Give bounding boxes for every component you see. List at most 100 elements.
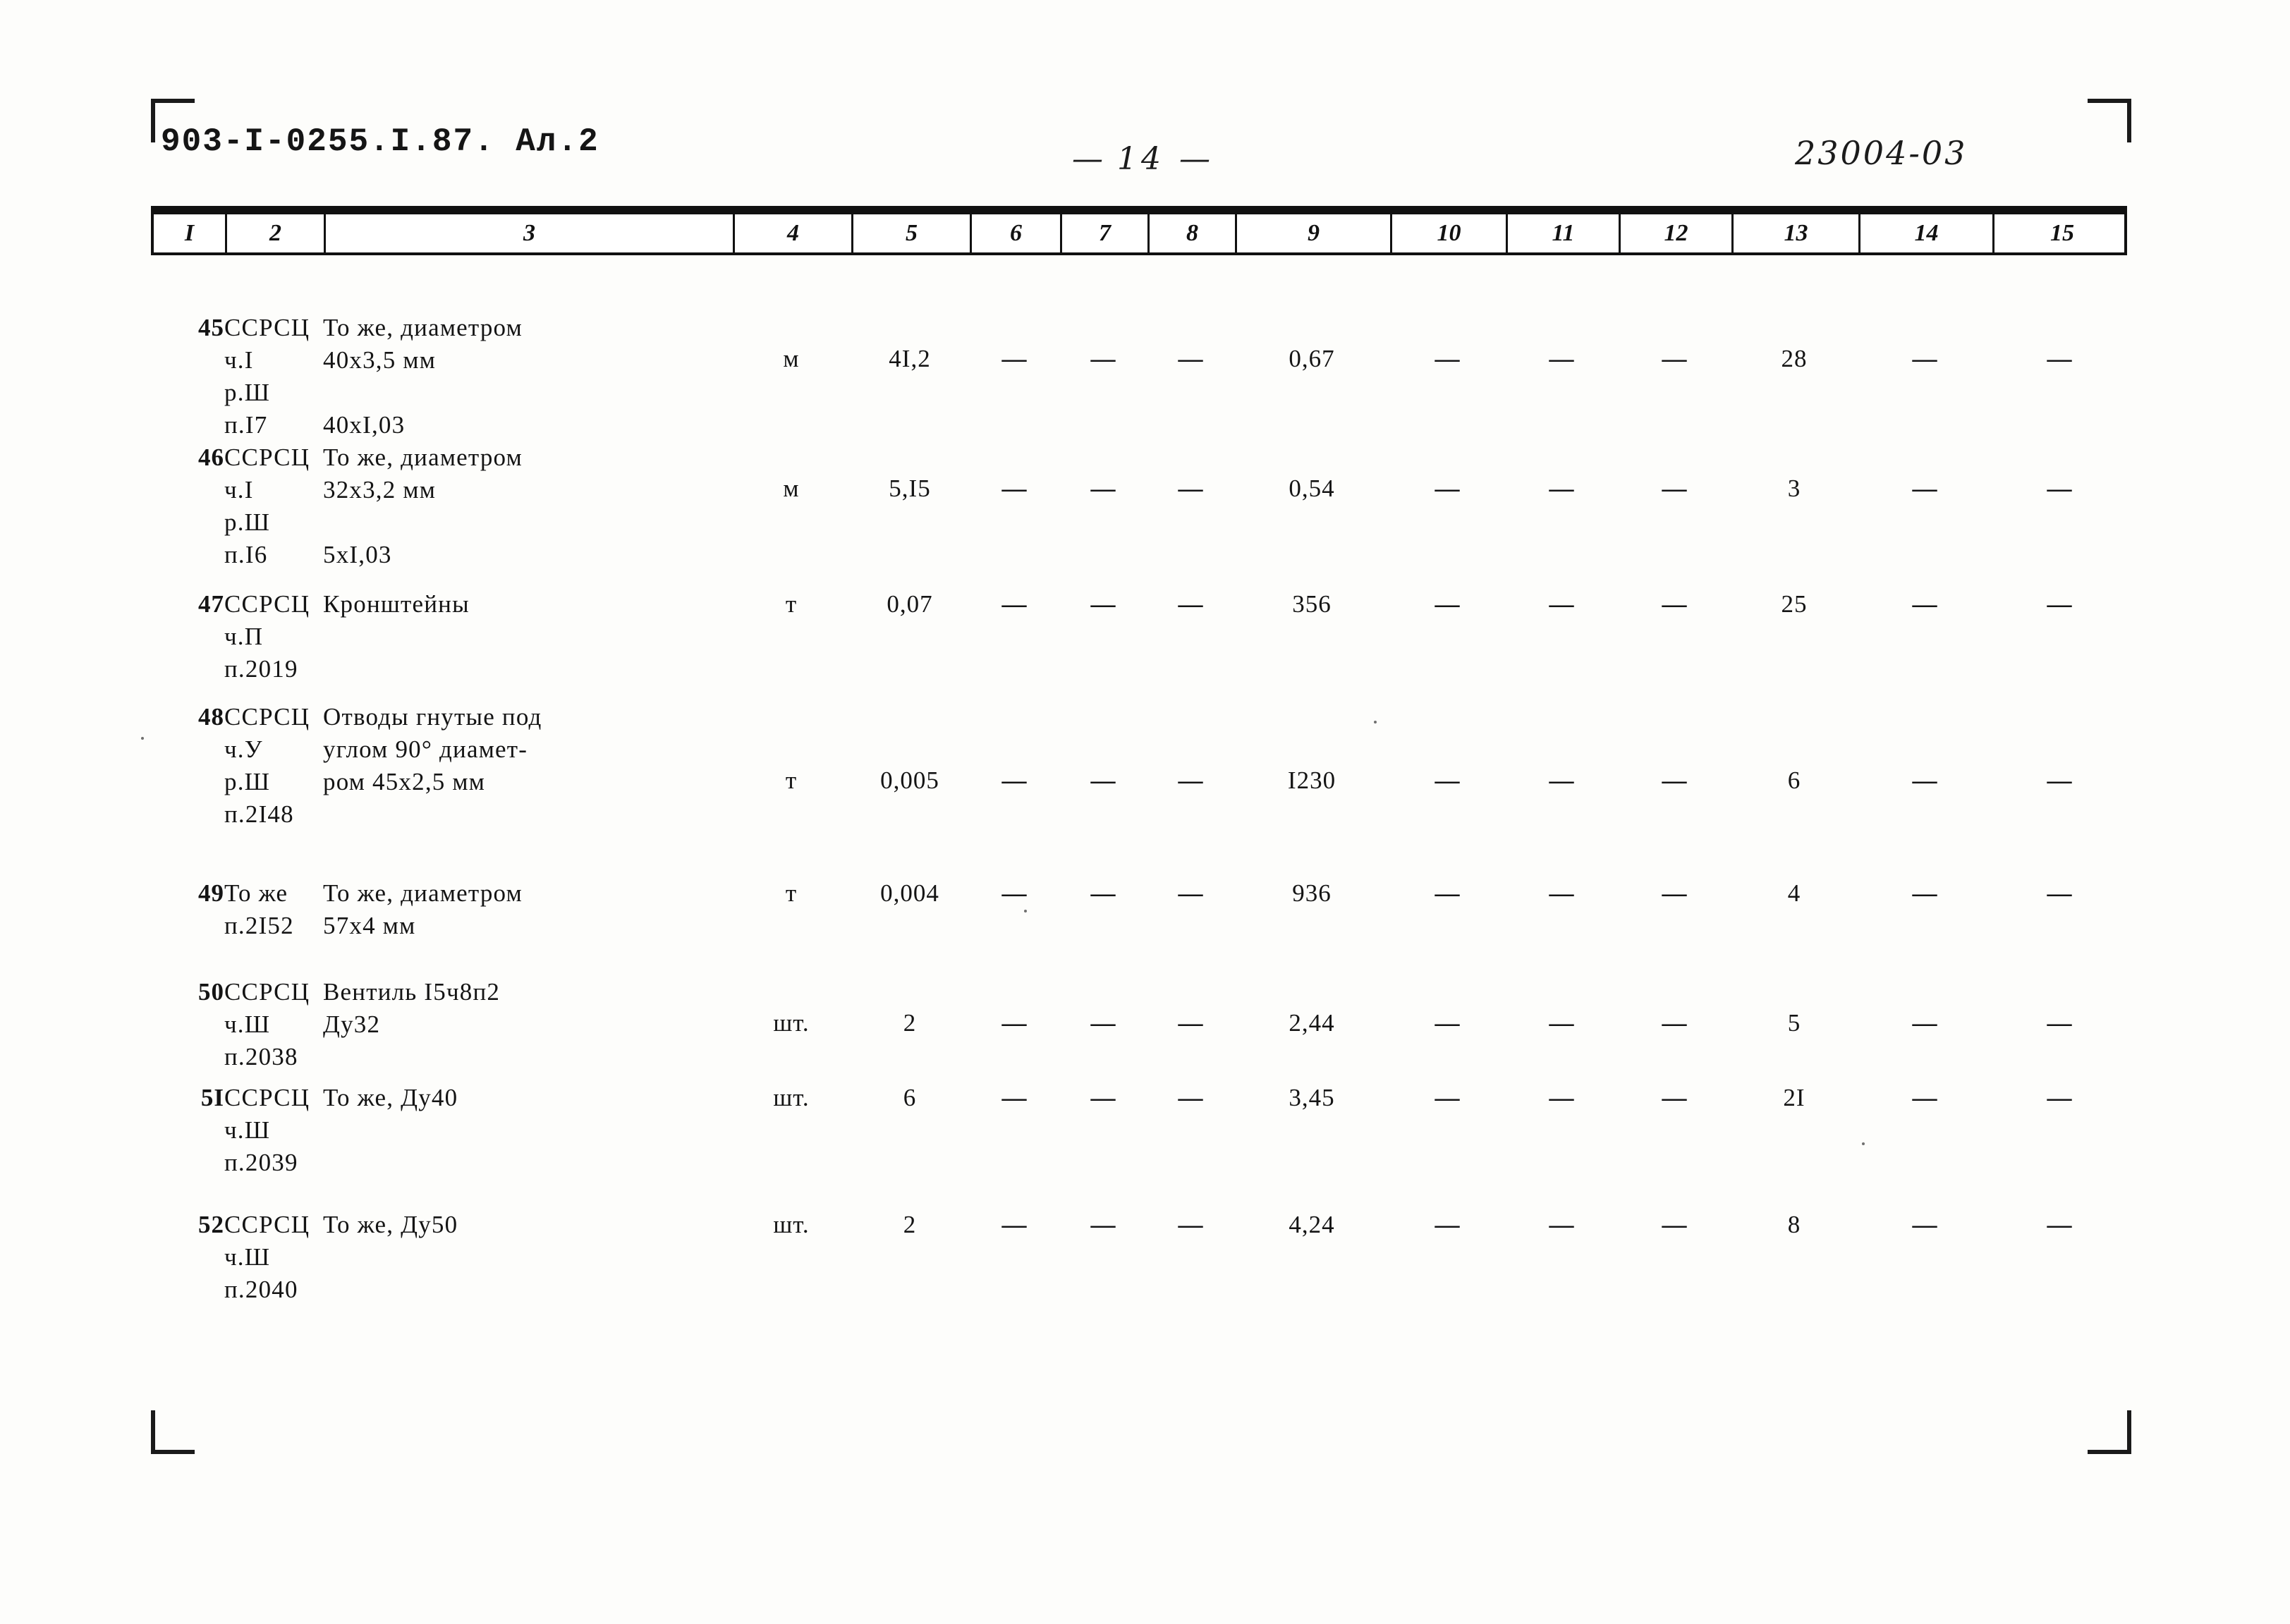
value-col-14: — (1912, 590, 1937, 618)
column-header-13: 13 (1734, 214, 1860, 252)
value-col-15: — (2047, 879, 2072, 907)
column-header-8: 8 (1150, 214, 1237, 252)
unit-of-measure: шт. (773, 1009, 810, 1037)
value-col-9: 356 (1292, 590, 1332, 618)
value-col-10: — (1435, 345, 1460, 372)
value-col-9: 0,54 (1289, 475, 1335, 502)
table-row: 5I ССРСЦ ч.Ш п.2039 То же, Ду40 шт. 6 — — — 3,45… (151, 1080, 2127, 1200)
registration-mark-bottom-left (151, 1410, 195, 1454)
value-col-15: — (2047, 345, 2072, 372)
scan-artifact (1862, 1142, 1865, 1145)
column-header-15: 15 (2050, 220, 2074, 246)
value-col-11: — (1549, 590, 1574, 618)
value-col-12: — (1662, 475, 1687, 502)
value-col-13: 28 (1781, 345, 1808, 372)
value-col-6: — (1001, 879, 1027, 907)
row-number: 52 (198, 1211, 224, 1238)
document-page: 903-I-0255.I.87. Ал.2 — 14 — 23004-03 I2… (0, 0, 2290, 1624)
value-col-5: 2 (903, 1211, 917, 1238)
value-col-5: 6 (903, 1084, 917, 1111)
value-col-11: — (1549, 1211, 1574, 1238)
value-col-9: I230 (1287, 767, 1336, 794)
scan-artifact (141, 737, 144, 740)
row-number: 49 (198, 879, 224, 907)
justification-code: ССРСЦ ч.П п.2019 (224, 590, 310, 683)
justification-code: ССРСЦ ч.У р.Ш п.2I48 (224, 703, 310, 828)
item-name: Кронштейны (323, 590, 470, 618)
value-col-7: — (1090, 1009, 1116, 1037)
value-col-7: — (1090, 1211, 1116, 1238)
table-column-header-row: I 2 3 4 5 6 7 8 9 10 11 12 13 14 15 (151, 206, 2127, 255)
value-col-10: — (1435, 879, 1460, 907)
value-col-15: — (2047, 475, 2072, 502)
value-col-8: — (1178, 1211, 1203, 1238)
item-name: Отводы гнутые под углом 90° диамет- ром … (323, 703, 542, 795)
value-col-13: 25 (1781, 590, 1808, 618)
value-col-10: — (1435, 767, 1460, 794)
value-col-15: — (2047, 1009, 2072, 1037)
value-col-15: — (2047, 590, 2072, 618)
justification-code: ССРСЦ ч.Ш п.2039 (224, 1084, 310, 1176)
unit-of-measure: шт. (773, 1084, 810, 1111)
column-header-6: 6 (972, 214, 1062, 252)
unit-of-measure: м (783, 345, 800, 372)
value-col-9: 3,45 (1289, 1084, 1335, 1111)
value-col-7: — (1090, 879, 1116, 907)
column-header-11: 11 (1508, 214, 1621, 252)
value-col-12: — (1662, 879, 1687, 907)
value-col-12: — (1662, 1211, 1687, 1238)
justification-code: ССРСЦ ч.I р.Ш п.I6 (224, 444, 310, 568)
value-col-8: — (1178, 1084, 1203, 1111)
column-header-10: 10 (1392, 214, 1508, 252)
column-header-3: 3 (326, 214, 735, 252)
value-col-12: — (1662, 1009, 1687, 1037)
table-row: 50 ССРСЦ ч.Ш п.2038 Вентиль I5ч8п2 Ду32 шт.… (151, 975, 2127, 1080)
value-col-10: — (1435, 1009, 1460, 1037)
value-col-10: — (1435, 475, 1460, 502)
value-col-11: — (1549, 1009, 1574, 1037)
column-header-5: 5 (853, 214, 972, 252)
column-header-9: 9 (1237, 214, 1392, 252)
value-col-9: 4,24 (1289, 1211, 1335, 1238)
value-col-14: — (1912, 1084, 1937, 1111)
value-col-7: — (1090, 1084, 1116, 1111)
value-col-13: 8 (1787, 1211, 1801, 1238)
value-col-5: 0,004 (880, 879, 939, 907)
page-number-value: 14 (1117, 141, 1165, 177)
scan-artifact (1024, 910, 1027, 912)
document-code-right: 23004-03 (1795, 134, 1968, 172)
value-col-8: — (1178, 879, 1203, 907)
value-col-13: 2I (1783, 1084, 1805, 1111)
item-name: То же, диаметром 40х3,5 мм 40хI,03 (323, 314, 523, 439)
row-number: 46 (198, 444, 224, 471)
item-name: То же, диаметром 57х4 мм (323, 879, 523, 939)
value-col-7: — (1090, 475, 1116, 502)
value-col-5: 0,07 (887, 590, 933, 618)
value-col-11: — (1549, 475, 1574, 502)
value-col-11: — (1549, 345, 1574, 372)
table-row: 49 То же п.2I52 То же, диаметром 57х4 мм т 0… (151, 876, 2127, 975)
column-header-2: 2 (227, 214, 326, 252)
unit-of-measure: т (785, 590, 798, 618)
unit-of-measure: м (783, 475, 800, 502)
value-col-13: 6 (1787, 767, 1801, 794)
value-col-11: — (1549, 879, 1574, 907)
row-number: 47 (198, 590, 224, 618)
value-col-5: 5,I5 (889, 475, 931, 502)
row-number: 45 (198, 314, 224, 341)
value-col-14: — (1912, 345, 1937, 372)
value-col-9: 936 (1292, 879, 1332, 907)
table-row: 45 ССРСЦ ч.I р.Ш п.I7 То же, диаметром 40х… (151, 310, 2127, 451)
value-col-12: — (1662, 767, 1687, 794)
page-number: — 14 — (1072, 141, 1210, 177)
value-col-8: — (1178, 767, 1203, 794)
value-col-8: — (1178, 345, 1203, 372)
value-col-14: — (1912, 1211, 1937, 1238)
column-header-12: 12 (1621, 214, 1734, 252)
value-col-5: 4I,2 (889, 345, 931, 372)
justification-code: То же п.2I52 (224, 879, 294, 939)
value-col-6: — (1001, 1211, 1027, 1238)
item-name: То же, Ду40 (323, 1084, 458, 1111)
justification-code: ССРСЦ ч.I р.Ш п.I7 (224, 314, 310, 439)
value-col-15: — (2047, 1211, 2072, 1238)
